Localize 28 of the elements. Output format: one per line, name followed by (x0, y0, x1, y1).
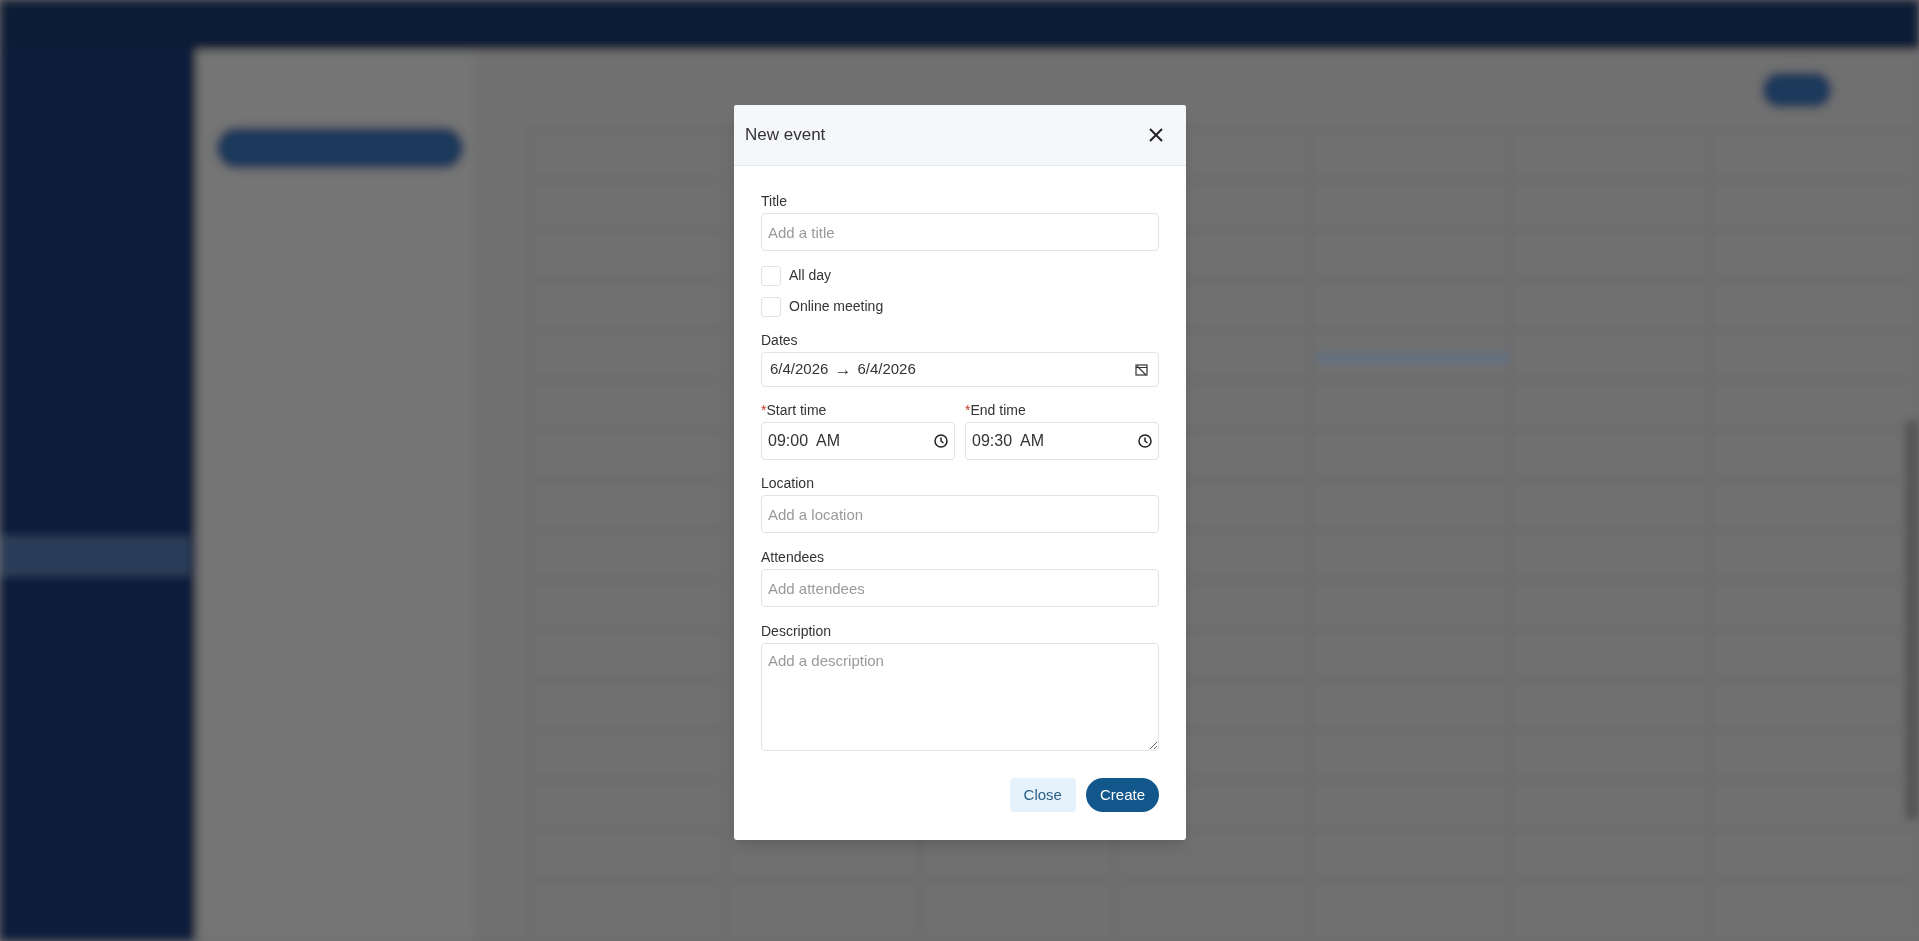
checkbox-label: Online meeting (789, 297, 884, 316)
field-label: *End time (965, 401, 1027, 419)
text-field[interactable]: Add attendees (761, 569, 1159, 607)
description-field[interactable]: Add a description (761, 643, 1159, 751)
date-end: 6/4/2026 (857, 359, 916, 380)
field-label: Title (761, 192, 788, 210)
arrow-glyph: → (834, 358, 852, 381)
time-field[interactable]: 09:30 AM (965, 422, 1159, 460)
clock-icon[interactable] (934, 434, 948, 448)
close-button[interactable]: Close (1009, 778, 1076, 812)
date-start: 6/4/2026 (770, 359, 829, 380)
field-label: *Start time (761, 401, 828, 419)
field-label: Attendees (761, 548, 826, 566)
checkbox[interactable] (761, 265, 781, 286)
checkbox-label: All day (789, 266, 832, 285)
text-field[interactable]: Add a location (761, 495, 1159, 533)
text-field[interactable]: Add a title (761, 213, 1159, 251)
calendar-icon[interactable] (1135, 363, 1148, 376)
time-field[interactable]: 09:00 AM (761, 422, 955, 460)
close-icon[interactable] (1148, 127, 1164, 143)
field-label: Location (761, 474, 815, 492)
field-label: Dates (761, 331, 799, 349)
date-range-field[interactable]: 6/4/2026 → 6/4/2026 (761, 352, 1159, 387)
field-label: Description (761, 622, 833, 640)
create-button[interactable]: Create (1085, 778, 1159, 812)
clock-icon[interactable] (1138, 434, 1152, 448)
checkbox[interactable] (761, 296, 781, 317)
dialog-title: New event (745, 124, 826, 147)
